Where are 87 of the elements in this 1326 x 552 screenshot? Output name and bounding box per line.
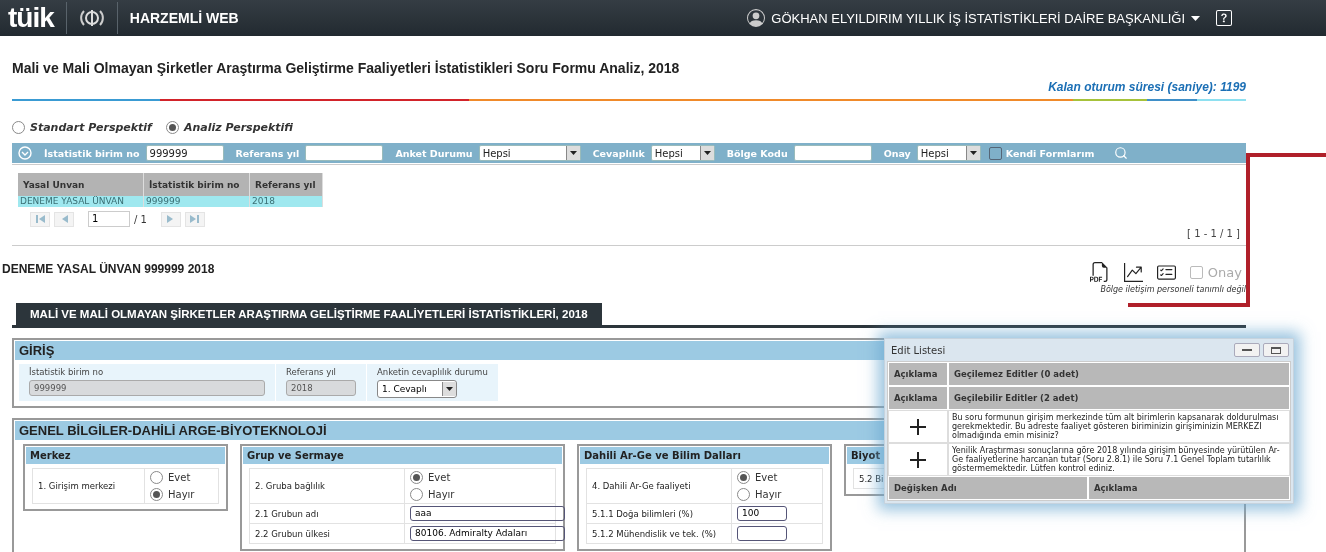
page-input[interactable]: 1: [88, 211, 130, 227]
caret-icon: [703, 151, 711, 155]
filter-label: İstatistik birim no: [44, 147, 140, 159]
help-icon[interactable]: [1216, 10, 1232, 26]
pdf-icon[interactable]: [1089, 262, 1110, 282]
field-label: 4. Dahili Ar-Ge faaliyeti: [587, 469, 732, 503]
filter-dropdown[interactable]: Hepsi: [916, 145, 981, 161]
session-timer: Kalan oturum süresi (saniye): 1199: [1048, 80, 1246, 94]
table-cell[interactable]: 999999: [144, 196, 250, 207]
record-range: [ 1 - 1 / 1 ]: [1187, 228, 1240, 239]
filter-input[interactable]: [793, 145, 872, 161]
readonly-field: 999999: [29, 380, 265, 396]
column-header: Yasal Unvan: [18, 173, 144, 196]
caret-icon: [569, 151, 577, 155]
field-label: 2.1 Grubun adı: [250, 504, 405, 523]
logo-icon: [78, 8, 105, 28]
app-title: HARZEMLİ WEB: [128, 10, 239, 26]
panel-header: Grup ve Sermaye: [243, 447, 562, 464]
panel-header: Dahili Ar-Ge ve Bilim Dalları: [580, 447, 829, 464]
group-header: Geçilebilir Editler (2 adet): [948, 386, 1290, 410]
radio-button[interactable]: Evet: [410, 471, 550, 484]
column-header: İstatistik birim no: [144, 173, 250, 196]
chart-icon[interactable]: [1123, 262, 1143, 282]
radio-dot: [413, 474, 420, 481]
radio-button[interactable]: Evet: [737, 471, 817, 484]
checklist-icon[interactable]: [1156, 262, 1176, 282]
radio-button[interactable]: Hayır: [737, 488, 817, 501]
caret-icon: [969, 151, 977, 155]
filter-input[interactable]: [305, 145, 384, 161]
edit-message: Yenilik Araştırması sonuçlarına göre 2018 yılında girişim bünyesinde yürütülen Ar-Ge faaliyetlerine harcanan tutar (Soru 2.8.1) ile Soru 7.1 Genel Toplam tutarlılık göstermemektedir. Lütfen kontrol ediniz.: [948, 443, 1290, 476]
column-header: Değişken Adı: [888, 476, 1088, 500]
field-label: 1. Girişim merkezi: [33, 469, 145, 503]
user-icon: [747, 9, 766, 27]
group-header: Geçilemez Editler (0 adet): [948, 362, 1290, 386]
field-label: 5.1.1 Doğa bilimleri (%): [587, 504, 732, 523]
radio-button[interactable]: Hayır: [150, 488, 213, 501]
radio-dot: [740, 474, 747, 481]
filter-input[interactable]: 999999: [145, 145, 224, 161]
record-title: DENEME YASAL ÜNVAN 999999 2018: [2, 262, 215, 278]
logo: tüik: [8, 2, 67, 34]
maximize-button[interactable]: [1263, 343, 1289, 357]
page-total: / 1: [134, 213, 147, 225]
field-label: Anketin cevaplılık durumu: [377, 367, 488, 377]
radio-dot: [168, 124, 176, 131]
radio-button[interactable]: Hayır: [410, 488, 550, 501]
minimize-button[interactable]: [1234, 343, 1260, 357]
dialog-title: Edit Listesi: [891, 344, 946, 356]
filter-label: Bölge Kodu: [726, 147, 788, 159]
radio-button[interactable]: Analiz Perspektifi: [165, 121, 293, 134]
radio-dot: [153, 491, 160, 498]
maximize-icon: [1271, 346, 1281, 354]
field-label: 2.2 Grubun ülkesi: [250, 524, 405, 543]
column-header: Açıklama: [888, 362, 948, 386]
edit-message: Bu soru formunun girişim merkezinde tüm alt birimlerin kapsanarak doldurulması gerekmektedir. Bu adreste faaliyet gösteren biriminizin girişiminizin MERKEZI olmadığında emin misiniz?: [948, 410, 1290, 443]
plus-icon[interactable]: [910, 418, 926, 435]
text-input[interactable]: 80106. Admiralty Adaları: [410, 526, 565, 541]
table-cell[interactable]: 2018: [250, 196, 323, 207]
page-title: Mali ve Mali Olmayan Şirketler Araştırma Geliştirme Faaliyetleri İstatistikleri Soru Formu Analiz, 2018: [12, 60, 681, 76]
column-header: Açıklama: [1088, 476, 1290, 500]
user-menu[interactable]: GÖKHAN ELYILDIRIM YILLIK İŞ İSTATİSTİKLERİ DAİRE BAŞKANLIĞI: [771, 10, 1185, 26]
filter-label: Cevaplılık: [592, 147, 645, 159]
plus-icon[interactable]: [910, 451, 926, 468]
filter-label: Referans yıl: [235, 147, 300, 159]
filter-label: Onay: [883, 147, 911, 159]
caret-icon[interactable]: [1191, 15, 1200, 21]
field-label: Referans yıl: [286, 367, 337, 377]
readonly-field: 2018: [286, 380, 356, 396]
column-header: Açıklama: [888, 386, 948, 410]
caret-icon: [446, 387, 453, 391]
note-text: Bölge iletişim personeli tanımlı değil: [1100, 285, 1246, 294]
text-input[interactable]: [737, 526, 787, 541]
column-header: Referans yıl: [250, 173, 323, 196]
panel-header: Merkez: [26, 447, 225, 464]
filter-label: Anket Durumu: [395, 147, 473, 159]
text-input[interactable]: 100: [737, 506, 787, 521]
filter-dropdown[interactable]: Hepsi: [478, 145, 581, 161]
radio-button[interactable]: Standart Perspektif: [12, 121, 152, 134]
field-label: 2. Gruba bağlılık: [250, 469, 405, 503]
radio-button[interactable]: Evet: [150, 471, 213, 484]
field-label: 5.1.2 Mühendislik ve tek. (%): [587, 524, 732, 543]
filter-dropdown[interactable]: Hepsi: [650, 145, 715, 161]
field-label: İstatistik birim no: [29, 367, 105, 377]
table-cell[interactable]: DENEME YASAL ÜNVAN: [18, 196, 144, 207]
text-input[interactable]: aaa: [410, 506, 565, 521]
answer-dropdown[interactable]: 1. Cevaplı: [377, 380, 457, 398]
form-tab[interactable]: MALİ VE MALİ OLMAYAN ŞİRKETLER ARAŞTIRMA GELİŞTİRME FAALİYETLERİ İSTATİSTİKLERİ, 2018: [16, 303, 602, 325]
minimize-icon: [1242, 349, 1252, 351]
